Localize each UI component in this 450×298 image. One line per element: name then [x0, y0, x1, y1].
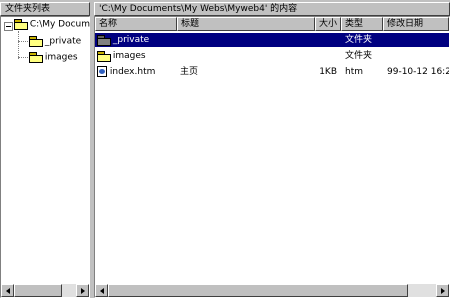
column-header-size[interactable]: 大小 [315, 17, 341, 31]
contents-horizontal-scrollbar[interactable] [95, 284, 449, 297]
folder-list-header: 文件夹列表 [0, 2, 90, 16]
folder-icon [97, 34, 111, 46]
collapse-toggle[interactable] [4, 22, 13, 31]
scroll-thumb[interactable] [108, 284, 408, 297]
folder-tree[interactable]: C:\My Documents\My Webs\Myweb4 _private … [0, 16, 193, 298]
row-name-cell: _private [97, 33, 177, 47]
column-header-bar: 名称 标题 大小 类型 修改日期 [95, 17, 449, 31]
row-modified: 99-10-12 16:2 [387, 67, 449, 77]
row-name: _private [112, 35, 150, 45]
column-header-name[interactable]: 名称 [95, 17, 177, 31]
folder-icon [97, 50, 111, 62]
row-size [315, 33, 337, 47]
scroll-right-button[interactable] [436, 284, 449, 297]
right-arrow-icon [81, 288, 85, 294]
right-arrow-icon [441, 288, 445, 294]
row-type: 文件夹 [345, 51, 373, 61]
list-row-images[interactable]: images 文件夹 [95, 49, 449, 63]
minus-icon [6, 26, 11, 27]
column-header-modified[interactable]: 修改日期 [383, 17, 449, 31]
row-name-cell: index.htm [97, 65, 177, 79]
left-arrow-icon [6, 288, 10, 294]
row-name: images [112, 51, 146, 61]
tree-line-branch-2 [18, 57, 28, 58]
list-row-private[interactable]: _private 文件夹 [95, 33, 449, 47]
folder-icon [29, 52, 43, 63]
tree-horizontal-scrollbar[interactable] [1, 284, 89, 297]
column-header-title[interactable]: 标题 [177, 17, 315, 31]
scroll-left-button[interactable] [1, 284, 14, 297]
contents-header: 'C:\My Documents\My Webs\Myweb4' 的内容 [94, 2, 450, 16]
tree-item-label: _private [44, 36, 82, 47]
tree-item-images[interactable]: images [29, 52, 78, 63]
row-size [315, 49, 337, 63]
list-row-index-htm[interactable]: index.htm 主页 1KB htm 99-10-12 16:2 [95, 65, 449, 79]
row-title [180, 49, 314, 63]
tree-item-label: images [44, 52, 78, 63]
row-title [180, 33, 314, 47]
contents-list[interactable]: 名称 标题 大小 类型 修改日期 _private 文件夹 images 文件夹… [94, 16, 450, 298]
row-type: 文件夹 [345, 35, 373, 45]
open-folder-icon [14, 19, 28, 30]
row-type: htm [345, 67, 363, 77]
html-file-icon [97, 66, 107, 77]
row-size: 1KB [319, 67, 337, 77]
scroll-right-button[interactable] [76, 284, 89, 297]
left-arrow-icon [100, 288, 104, 294]
row-name: index.htm [109, 67, 156, 77]
row-modified [387, 49, 449, 63]
column-header-type[interactable]: 类型 [341, 17, 383, 31]
tree-item-private[interactable]: _private [29, 36, 81, 47]
row-name-cell: images [97, 49, 177, 63]
row-modified [387, 33, 449, 47]
scroll-left-button[interactable] [95, 284, 108, 297]
folder-icon [29, 36, 43, 47]
tree-line-branch-1 [18, 41, 28, 42]
scroll-thumb[interactable] [14, 284, 62, 297]
row-title: 主页 [180, 67, 199, 77]
tree-line-vertical [18, 31, 19, 59]
